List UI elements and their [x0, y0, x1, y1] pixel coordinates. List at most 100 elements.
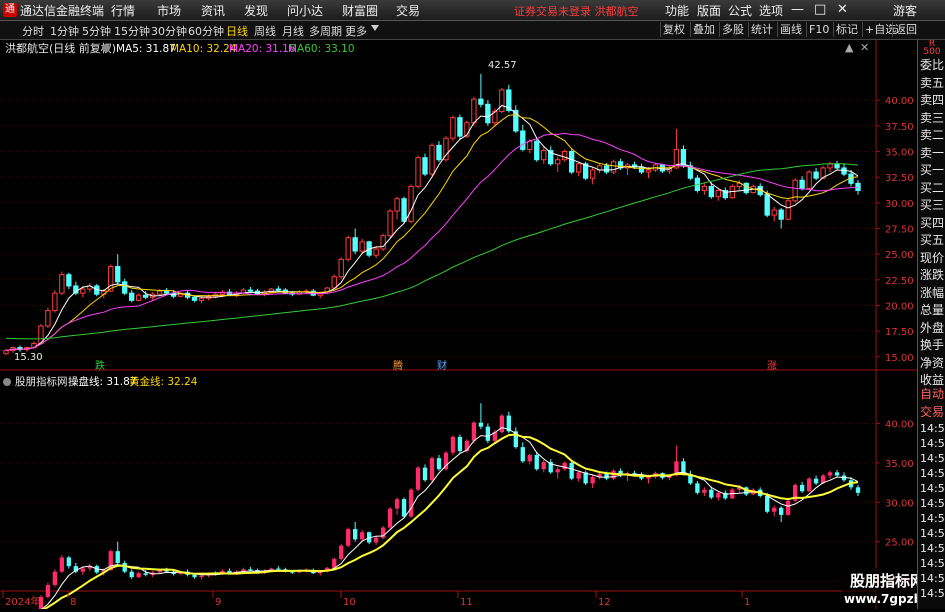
multi-stock-button[interactable]: 多股	[719, 22, 746, 37]
candle-body	[743, 182, 749, 194]
sub-candle-body	[471, 422, 477, 441]
x-axis-label: 2024年	[5, 595, 40, 608]
chart-svg[interactable]: 15.00 17.50 20.00 22.50 25.00 27.50 30.00 32.50…	[0, 40, 945, 612]
sidebar-time: 14:56	[920, 542, 945, 555]
menu-item-options[interactable]: 选项	[759, 2, 783, 19]
menu-item-wealth[interactable]: 财富圈	[342, 2, 378, 19]
candle-body	[373, 248, 379, 256]
candle-body	[338, 258, 344, 278]
sub-candle-body	[827, 472, 833, 476]
guest-user[interactable]: 游客	[893, 2, 917, 19]
sidebar-trade[interactable]: 交易	[918, 403, 945, 420]
candle-body	[555, 159, 561, 165]
sub-candle-body	[387, 508, 393, 528]
chart-settings-icon[interactable]	[102, 44, 110, 52]
fuquan-button[interactable]: 复权	[660, 22, 687, 37]
event-marker-4[interactable]: 涨	[767, 360, 777, 372]
sub-candle-body	[779, 507, 784, 515]
candle-body	[143, 294, 149, 298]
candle-body	[771, 209, 777, 216]
candle-body	[387, 210, 393, 237]
candle-body	[3, 350, 9, 355]
candle-body	[806, 171, 812, 189]
tab-multi-period[interactable]: 多周期	[309, 23, 342, 39]
sub-candle-body	[555, 469, 560, 473]
candle-body	[499, 89, 505, 112]
event-marker-3[interactable]: 财	[437, 359, 447, 372]
event-marker-2[interactable]: 腾	[393, 359, 403, 372]
sidebar-auto[interactable]: 自动	[918, 385, 945, 402]
sub-candle-body	[408, 489, 414, 517]
statistics-button[interactable]: 统计	[748, 22, 775, 37]
candle-body	[638, 166, 645, 173]
candle-body	[429, 144, 435, 175]
sub-candle-body	[422, 467, 428, 481]
close-icon[interactable]: ✕	[837, 2, 848, 17]
sub-candle-body	[576, 472, 581, 479]
tab-timeshare[interactable]: 分时	[22, 23, 44, 39]
sub-candle-body	[359, 532, 365, 540]
sub-candle-body	[415, 467, 421, 490]
x-axis-label: 9	[215, 597, 221, 608]
indicator-settings-icon[interactable]	[3, 378, 11, 386]
menu-item-market[interactable]: 市场	[157, 2, 181, 19]
sub-candle-body	[332, 559, 337, 568]
menu-item-trade[interactable]: 交易	[396, 2, 420, 19]
candle-body	[275, 288, 282, 291]
tab-more[interactable]: 更多	[345, 23, 367, 39]
sub-candle-body	[450, 436, 456, 453]
candle-body	[408, 185, 414, 222]
candle-body	[52, 292, 58, 312]
more-dropdown-icon[interactable]	[371, 25, 379, 31]
candle-body	[436, 144, 442, 161]
candle-body	[457, 117, 463, 137]
menu-item-function[interactable]: 功能	[665, 2, 689, 19]
menu-item-ask[interactable]: 问小达	[287, 2, 323, 19]
back-button[interactable]: 返回	[892, 22, 919, 37]
chart-area[interactable]: 15.00 17.50 20.00 22.50 25.00 27.50 30.00 32.50…	[0, 40, 945, 612]
sidebar-time: 14:56	[920, 482, 945, 495]
watermark-title: 股朋指标网	[850, 572, 917, 590]
sidebar-item: 卖三	[920, 110, 945, 125]
main-y-tick-label: 37.50	[885, 122, 914, 133]
main-y-tick-label: 35.00	[885, 148, 914, 159]
draw-line-button[interactable]: 画线	[777, 22, 804, 37]
indicator-title: 股朋指标网	[15, 375, 68, 388]
tab-daily[interactable]: 日线	[226, 23, 248, 39]
collapse-icon[interactable]: ▲	[845, 41, 854, 54]
mark-button[interactable]: 标记	[833, 22, 860, 37]
tab-1min[interactable]: 1分钟	[50, 23, 79, 39]
maximize-icon[interactable]: □	[814, 2, 826, 17]
menu-item-formula[interactable]: 公式	[728, 2, 752, 19]
tab-15min[interactable]: 15分钟	[114, 23, 150, 39]
menu-item-quotes[interactable]: 行情	[111, 2, 135, 19]
candle-body	[827, 163, 833, 169]
minimize-icon[interactable]: —	[791, 2, 804, 17]
sub-candle-body	[353, 529, 358, 540]
menu-item-news[interactable]: 资讯	[201, 2, 225, 19]
sidebar-item: 涨幅	[920, 285, 945, 300]
main-y-tick-label: 30.00	[885, 199, 914, 210]
period-toolbar: 分时 1分钟 5分钟 15分钟 30分钟 60分钟 日线 周线 月线 多周期 更…	[0, 21, 945, 40]
tab-monthly[interactable]: 月线	[282, 23, 304, 39]
sub-candle-body	[520, 447, 525, 462]
event-marker-1[interactable]: 跌	[95, 359, 105, 372]
candle-body	[136, 294, 142, 301]
candle-body	[471, 98, 477, 124]
tab-5min[interactable]: 5分钟	[82, 23, 111, 39]
menu-item-layout[interactable]: 版面	[697, 2, 721, 19]
ma20-label: MA20: 31.16	[229, 43, 296, 55]
menu-item-discover[interactable]: 发现	[244, 2, 268, 19]
panel-close-icon[interactable]: ✕	[860, 41, 869, 54]
f10-button[interactable]: F10	[806, 22, 831, 37]
candle-body	[575, 163, 582, 173]
tab-30min[interactable]: 30分钟	[151, 23, 187, 39]
tab-60min[interactable]: 60分钟	[188, 23, 224, 39]
sidebar-item: 卖二	[920, 128, 945, 142]
overlay-button[interactable]: 叠加	[690, 22, 717, 37]
candle-body	[394, 198, 400, 212]
candle-body	[527, 140, 533, 150]
sub-candle-body	[115, 551, 120, 563]
tab-weekly[interactable]: 周线	[254, 23, 276, 39]
sub-candle-body	[129, 571, 134, 578]
